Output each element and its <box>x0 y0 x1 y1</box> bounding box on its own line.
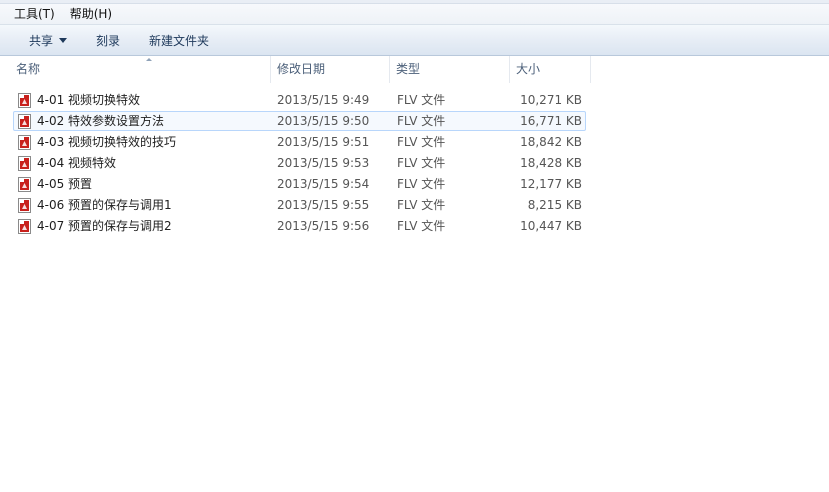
file-type: FLV 文件 <box>397 156 446 170</box>
file-type: FLV 文件 <box>397 219 446 233</box>
file-name: 4-05 预置 <box>37 177 93 191</box>
file-size: 18,842 KB <box>520 135 582 149</box>
sort-ascending-icon <box>146 58 152 61</box>
column-header-row: 名称 修改日期 类型 大小 <box>0 56 829 83</box>
column-header-date[interactable]: 修改日期 <box>271 56 390 83</box>
burn-label: 刻录 <box>96 33 121 48</box>
file-name: 4-07 预置的保存与调用2 <box>37 219 172 233</box>
column-header-name-label: 名称 <box>16 62 41 76</box>
file-name: 4-06 预置的保存与调用1 <box>37 198 172 212</box>
file-row[interactable]: 4-03 视频切换特效的技巧 2013/5/15 9:51 FLV 文件 18,… <box>13 132 586 152</box>
file-row[interactable]: 4-02 特效参数设置方法 2013/5/15 9:50 FLV 文件 16,7… <box>13 111 586 131</box>
command-bar: 共享 刻录 新建文件夹 <box>0 25 829 56</box>
file-name: 4-04 视频特效 <box>37 156 117 170</box>
file-date: 2013/5/15 9:50 <box>277 114 370 128</box>
flv-file-icon <box>18 198 31 213</box>
file-name: 4-02 特效参数设置方法 <box>37 114 165 128</box>
file-row[interactable]: 4-01 视频切换特效 2013/5/15 9:49 FLV 文件 10,271… <box>13 90 586 110</box>
file-size: 10,447 KB <box>520 219 582 233</box>
menu-bar: 工具(T) 帮助(H) <box>0 4 829 25</box>
file-date: 2013/5/15 9:54 <box>277 177 370 191</box>
file-date: 2013/5/15 9:55 <box>277 198 370 212</box>
file-date: 2013/5/15 9:51 <box>277 135 370 149</box>
share-button[interactable]: 共享 <box>21 28 75 52</box>
file-type: FLV 文件 <box>397 198 446 212</box>
menu-tools[interactable]: 工具(T) <box>7 4 63 24</box>
file-type: FLV 文件 <box>397 135 446 149</box>
file-size: 8,215 KB <box>527 198 582 212</box>
column-header-type-label: 类型 <box>396 62 421 76</box>
file-row[interactable]: 4-04 视频特效 2013/5/15 9:53 FLV 文件 18,428 K… <box>13 153 586 173</box>
flv-file-icon <box>18 177 31 192</box>
file-type: FLV 文件 <box>397 93 446 107</box>
flv-file-icon <box>18 156 31 171</box>
column-header-name[interactable]: 名称 <box>10 56 271 83</box>
file-name: 4-01 视频切换特效 <box>37 93 141 107</box>
file-date: 2013/5/15 9:56 <box>277 219 370 233</box>
file-date: 2013/5/15 9:53 <box>277 156 370 170</box>
flv-file-icon <box>18 93 31 108</box>
file-size: 12,177 KB <box>520 177 582 191</box>
new-folder-button[interactable]: 新建文件夹 <box>141 28 217 52</box>
column-header-date-label: 修改日期 <box>277 62 326 76</box>
file-size: 18,428 KB <box>520 156 582 170</box>
flv-file-icon <box>18 219 31 234</box>
burn-button[interactable]: 刻录 <box>88 28 128 52</box>
file-row[interactable]: 4-05 预置 2013/5/15 9:54 FLV 文件 12,177 KB <box>13 174 586 194</box>
new-folder-label: 新建文件夹 <box>149 33 210 48</box>
file-size: 16,771 KB <box>520 114 582 128</box>
file-size: 10,271 KB <box>520 93 582 107</box>
file-date: 2013/5/15 9:49 <box>277 93 370 107</box>
dropdown-caret-icon <box>59 37 68 43</box>
file-row[interactable]: 4-06 预置的保存与调用1 2013/5/15 9:55 FLV 文件 8,2… <box>13 195 586 215</box>
file-name: 4-03 视频切换特效的技巧 <box>37 135 177 149</box>
file-type: FLV 文件 <box>397 114 446 128</box>
menu-help[interactable]: 帮助(H) <box>63 4 120 24</box>
column-header-size[interactable]: 大小 <box>510 56 591 83</box>
flv-file-icon <box>18 114 31 129</box>
flv-file-icon <box>18 135 31 150</box>
column-header-size-label: 大小 <box>516 62 541 76</box>
column-header-type[interactable]: 类型 <box>390 56 510 83</box>
share-label: 共享 <box>29 33 54 48</box>
file-type: FLV 文件 <box>397 177 446 191</box>
file-row[interactable]: 4-07 预置的保存与调用2 2013/5/15 9:56 FLV 文件 10,… <box>13 216 586 236</box>
